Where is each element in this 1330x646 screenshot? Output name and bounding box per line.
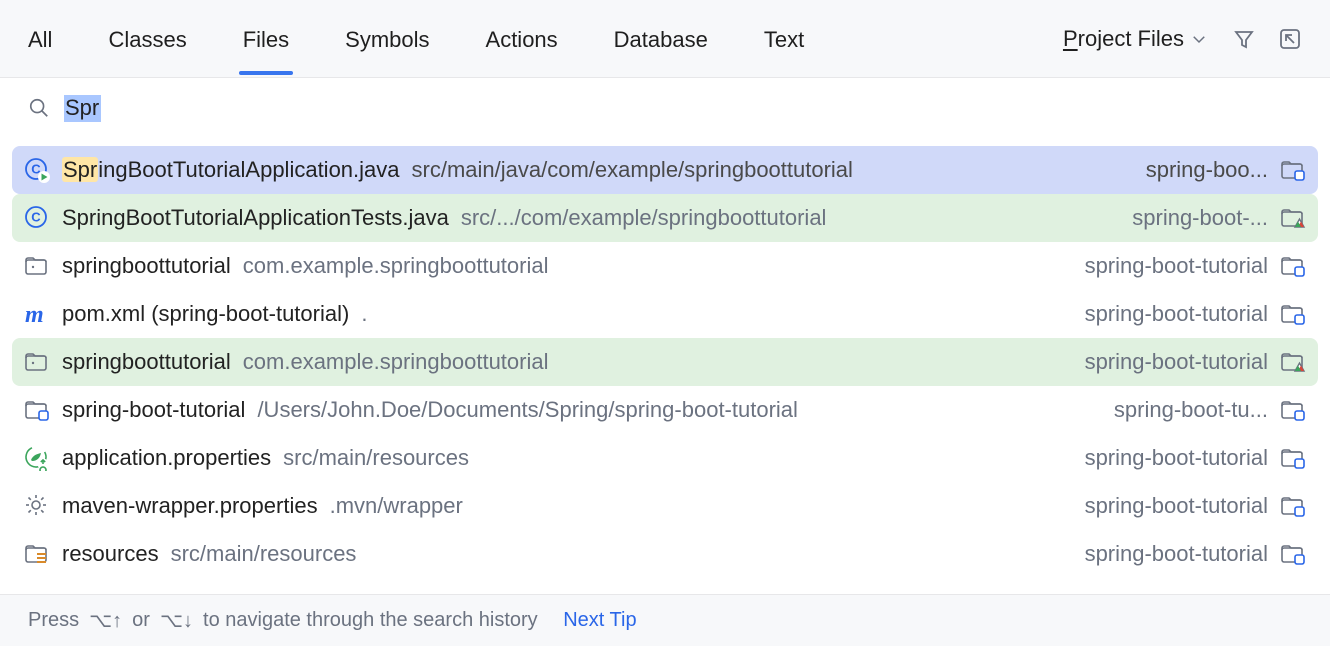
result-module: spring-boot-tutorial [1085,445,1268,471]
folder-icon [24,349,50,375]
filter-icon[interactable] [1232,27,1256,51]
result-path: . [361,301,367,327]
result-module: spring-boot-tutorial [1085,541,1268,567]
result-module: spring-boot-... [1132,205,1268,231]
class-run-icon [24,157,50,183]
scope-label-rest: roject Files [1078,26,1184,51]
search-row: Spr [0,78,1330,138]
gear-icon [24,493,50,519]
folder-mod-icon [1280,493,1306,519]
folder-mod-icon [1280,157,1306,183]
result-path: src/.../com/example/springboottutorial [461,205,827,231]
result-row[interactable]: resources src/main/resources spring-boot-t… [12,530,1318,578]
result-path: src/main/resources [283,445,469,471]
tab-all[interactable]: All [28,3,52,75]
folder-red-icon [1280,205,1306,231]
top-icons [1232,27,1302,51]
result-path: .mvn/wrapper [330,493,463,519]
result-row[interactable]: springboottutorial com.example.springboot… [12,338,1318,386]
results-list: SpringBootTutorialApplication.java src/ma… [0,138,1330,594]
result-name: spring-boot-tutorial [62,397,245,423]
folder-mod-icon [1280,253,1306,279]
result-path: src/main/java/com/example/springboottuto… [412,157,853,183]
scope-selector[interactable]: Project Files [1063,26,1208,52]
result-row[interactable]: application.properties src/main/resources… [12,434,1318,482]
result-name: maven-wrapper.properties [62,493,318,519]
chevron-down-icon [1190,30,1208,48]
result-module: spring-boot-tu... [1114,397,1268,423]
result-name: springboottutorial [62,253,231,279]
scope-mnemonic: P [1063,26,1078,51]
tab-database[interactable]: Database [614,3,708,75]
search-icon [28,97,50,119]
result-name: SpringBootTutorialApplication.java [62,157,400,183]
folder-red-icon [1280,349,1306,375]
hint-before: Press [28,609,79,632]
folder-mod-icon [1280,301,1306,327]
search-input[interactable]: Spr [64,95,101,121]
result-row[interactable]: SpringBootTutorialApplicationTests.java s… [12,194,1318,242]
maven-icon [24,301,50,327]
search-everywhere-dialog: All Classes Files Symbols Actions Database Tex… [0,0,1330,646]
result-module: spring-boo... [1146,157,1268,183]
result-name: pom.xml (spring-boot-tutorial) [62,301,349,327]
result-module: spring-boot-tutorial [1085,493,1268,519]
pin-icon[interactable] [1278,27,1302,51]
folder-res-icon [24,541,50,567]
tab-symbols[interactable]: Symbols [345,3,429,75]
footer-hint: Press ⌥↑ or ⌥↓ to navigate through the s… [0,594,1330,646]
hint-after: to navigate through the search history [203,609,538,632]
class-icon [24,205,50,231]
folder-mod-icon [1280,445,1306,471]
key-prev: ⌥↑ [89,608,122,633]
result-row[interactable]: SpringBootTutorialApplication.java src/ma… [12,146,1318,194]
result-module: spring-boot-tutorial [1085,301,1268,327]
next-tip-link[interactable]: Next Tip [563,609,636,632]
result-path: src/main/resources [171,541,357,567]
result-module: spring-boot-tutorial [1085,349,1268,375]
result-name: application.properties [62,445,271,471]
folder-mod-icon [1280,541,1306,567]
hint-mid: or [132,609,150,632]
result-row[interactable]: pom.xml (spring-boot-tutorial). spring-bo… [12,290,1318,338]
result-row[interactable]: maven-wrapper.properties .mvn/wrapper spri… [12,482,1318,530]
tabs-bar: All Classes Files Symbols Actions Database Tex… [0,0,1330,78]
tab-actions[interactable]: Actions [486,3,558,75]
folder-mod-icon [1280,397,1306,423]
result-name: springboottutorial [62,349,231,375]
key-next: ⌥↓ [160,608,193,633]
tab-classes[interactable]: Classes [108,3,186,75]
tab-files[interactable]: Files [243,3,289,75]
result-name: resources [62,541,159,567]
result-name: SpringBootTutorialApplicationTests.java [62,205,449,231]
result-path: com.example.springboottutorial [243,349,549,375]
result-row[interactable]: springboottutorial com.example.springboot… [12,242,1318,290]
result-module: spring-boot-tutorial [1085,253,1268,279]
result-path: /Users/John.Doe/Documents/Spring/spring-… [257,397,797,423]
spring-icon [24,445,50,471]
folder-icon [24,253,50,279]
folder-mod-icon [24,397,50,423]
result-row[interactable]: spring-boot-tutorial/Users/John.Doe/Docu… [12,386,1318,434]
tab-text[interactable]: Text [764,3,804,75]
tabs-container: All Classes Files Symbols Actions Database Tex… [28,3,1003,75]
result-path: com.example.springboottutorial [243,253,549,279]
